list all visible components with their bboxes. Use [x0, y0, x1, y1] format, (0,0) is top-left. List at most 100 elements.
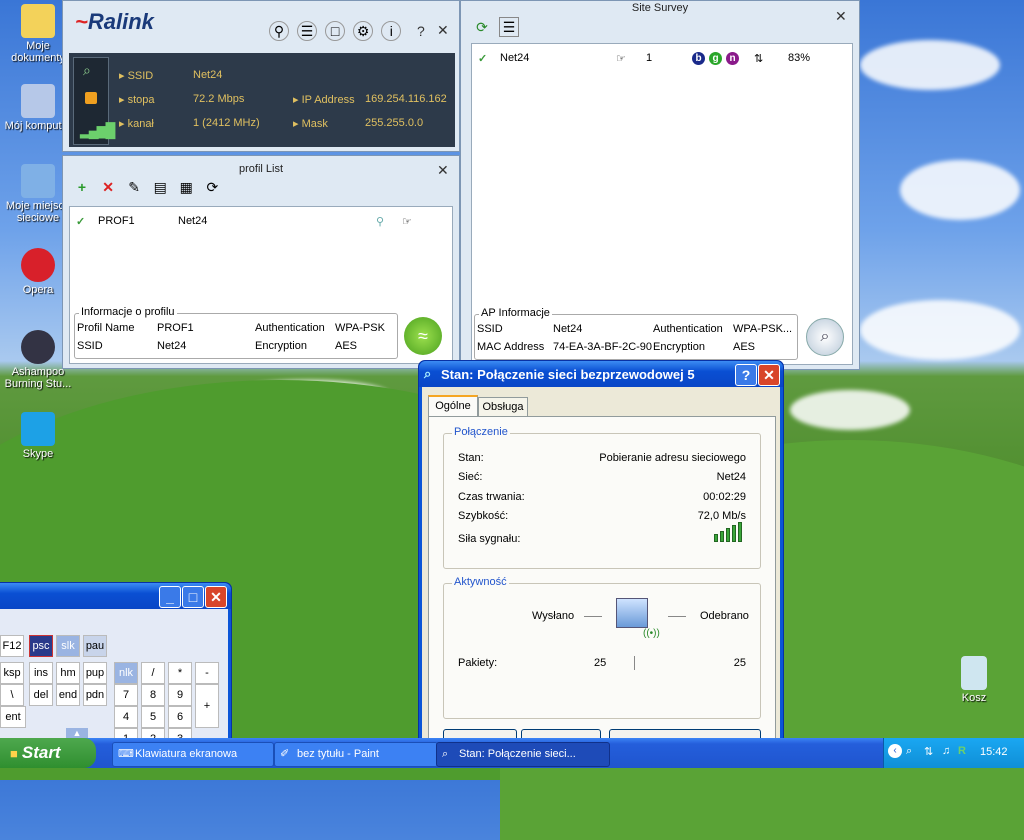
windows-logo-icon: ■ [10, 746, 18, 761]
antenna-icon: ⌕ [820, 328, 830, 345]
mode-g-icon: g [709, 52, 722, 65]
computer-icon [21, 84, 55, 118]
close-icon[interactable]: ✕ [835, 8, 847, 25]
speed-label: stopa [127, 94, 155, 106]
auth-value: WPA-PSK... [733, 323, 793, 335]
auth-value: WPA-PSK [335, 322, 385, 334]
ssid-value: Net24 [157, 340, 187, 352]
key[interactable]: pup [83, 662, 107, 684]
key[interactable]: F12 [0, 635, 24, 657]
key[interactable]: 5 [141, 706, 165, 728]
signal-bar [720, 531, 724, 542]
start-button[interactable]: ■ Start [0, 738, 96, 768]
desktop-icon-label: Skype [22, 448, 54, 460]
key[interactable]: hm [56, 662, 80, 684]
list-icon[interactable]: ☰ [297, 21, 318, 41]
taskbar-item-status[interactable]: ⌕ Stan: Połączenie sieci... [436, 742, 610, 767]
key[interactable]: slk [56, 635, 80, 657]
mask-label: Mask [301, 118, 328, 130]
lock-icon [85, 92, 97, 104]
key[interactable]: pau [83, 635, 107, 657]
desktop-icon-recycle-bin[interactable]: Kosz [934, 656, 1014, 704]
close-icon[interactable]: ✕ [758, 364, 780, 386]
wifi-connect-button[interactable]: ≈ [404, 317, 442, 355]
list-item[interactable]: ✓ Net24 ☞ 1 bgn ⇅ 83% [478, 52, 846, 68]
speed-label: Szybkość: [458, 510, 509, 522]
search-icon[interactable]: ⚲ [269, 21, 289, 41]
help-icon[interactable]: ? [417, 23, 425, 39]
hand-icon: ☞ [402, 216, 412, 228]
start-label: Start [21, 743, 61, 762]
details-icon[interactable]: ☰ [499, 17, 520, 37]
wireless-icon: ⌕ [424, 366, 432, 381]
gear-icon[interactable]: ⚙ [353, 21, 374, 41]
tab-support[interactable]: Obsługa [478, 397, 528, 416]
key[interactable]: 7 [114, 684, 138, 706]
close-icon[interactable]: ✕ [205, 586, 227, 608]
key[interactable]: 4 [114, 706, 138, 728]
key[interactable]: nlk [114, 662, 138, 684]
refresh-icon[interactable]: ⟳ [473, 18, 491, 36]
key[interactable]: 8 [141, 684, 165, 706]
key[interactable]: ins [29, 662, 53, 684]
tab-general[interactable]: Ogólne [428, 395, 478, 417]
auth-label: Authentication [255, 322, 325, 334]
desktop-icon-label: Kosz [961, 692, 987, 704]
delete-icon[interactable]: ✕ [99, 178, 117, 196]
speed-value: 72.2 Mbps [193, 93, 245, 105]
add-icon[interactable]: + [73, 178, 91, 196]
key[interactable]: + [195, 684, 219, 728]
import-icon[interactable]: ▤ [151, 178, 169, 196]
antenna-button[interactable]: ⌕ [806, 318, 844, 356]
key[interactable]: ent [0, 706, 26, 728]
info-icon[interactable]: i [381, 21, 402, 41]
on-screen-keyboard-window: _ □ ✕ F12 psc slk pau ksp ins hm pup nlk… [0, 582, 232, 750]
network-icon[interactable]: ⇅ [924, 745, 933, 758]
mac-label: MAC Address [477, 341, 545, 353]
activity-group: Aktywność Wysłano ((•)) Odebrano Pakiety… [443, 576, 761, 719]
key[interactable]: / [141, 662, 165, 684]
key[interactable]: 6 [168, 706, 192, 728]
key[interactable]: pdn [83, 684, 107, 706]
tray-expand-icon[interactable]: ‹ [888, 744, 902, 758]
packets-label: Pakiety: [458, 657, 498, 669]
desktop-icon-skype[interactable]: Skype [0, 412, 78, 460]
key-icon: ⚲ [376, 216, 385, 228]
tab-panel: Połączenie Stan: Pobieranie adresu sieci… [428, 416, 776, 743]
export-icon[interactable]: ▦ [177, 178, 195, 196]
key[interactable]: 9 [168, 684, 192, 706]
desktop-icon-label: Moje miejsca sieciowe [5, 200, 71, 224]
wireless-icon[interactable]: ⌕ [906, 745, 912, 758]
minimize-icon[interactable]: _ [159, 586, 181, 608]
status-icons-column: ⌕ ▂▄▆█ [73, 57, 115, 145]
key[interactable]: - [195, 662, 219, 684]
taskbar-item-keyboard[interactable]: ⌨ Klawiatura ekranowa [112, 742, 274, 767]
key[interactable]: del [29, 684, 53, 706]
connect-icon[interactable]: ⟳ [203, 178, 221, 196]
key[interactable]: * [168, 662, 192, 684]
enc-value: AES [733, 341, 756, 353]
taskbar-item-paint[interactable]: ✐ bez tytułu - Paint [274, 742, 438, 767]
help-button[interactable]: ? [735, 364, 757, 386]
key[interactable]: end [56, 684, 80, 706]
ralink-tray-icon[interactable]: R [958, 745, 966, 757]
group-title: Połączenie [452, 426, 510, 438]
list-item[interactable]: ✓ PROF1 Net24 ⚲ ☞ [76, 215, 446, 231]
key[interactable]: \ [0, 684, 24, 706]
key[interactable]: psc [29, 635, 53, 657]
maximize-icon[interactable]: □ [182, 586, 204, 608]
enc-label: Encryption [653, 341, 705, 353]
close-icon[interactable]: ✕ [437, 162, 449, 179]
network-places-icon [21, 164, 55, 198]
page-icon[interactable]: □ [325, 21, 346, 41]
close-icon[interactable]: ✕ [437, 22, 449, 39]
wireless-icon: ⌕ [442, 748, 449, 760]
packets-sent: 25 [594, 657, 607, 669]
key[interactable]: ksp [0, 662, 24, 684]
bullet-icon: ▸ [119, 118, 128, 130]
hand-icon: ☞ [616, 53, 626, 65]
profile-ssid: Net24 [178, 215, 208, 227]
bullet-icon: ▸ [293, 118, 302, 130]
edit-icon[interactable]: ✎ [125, 178, 143, 196]
volume-icon[interactable]: ♫ [942, 745, 950, 757]
